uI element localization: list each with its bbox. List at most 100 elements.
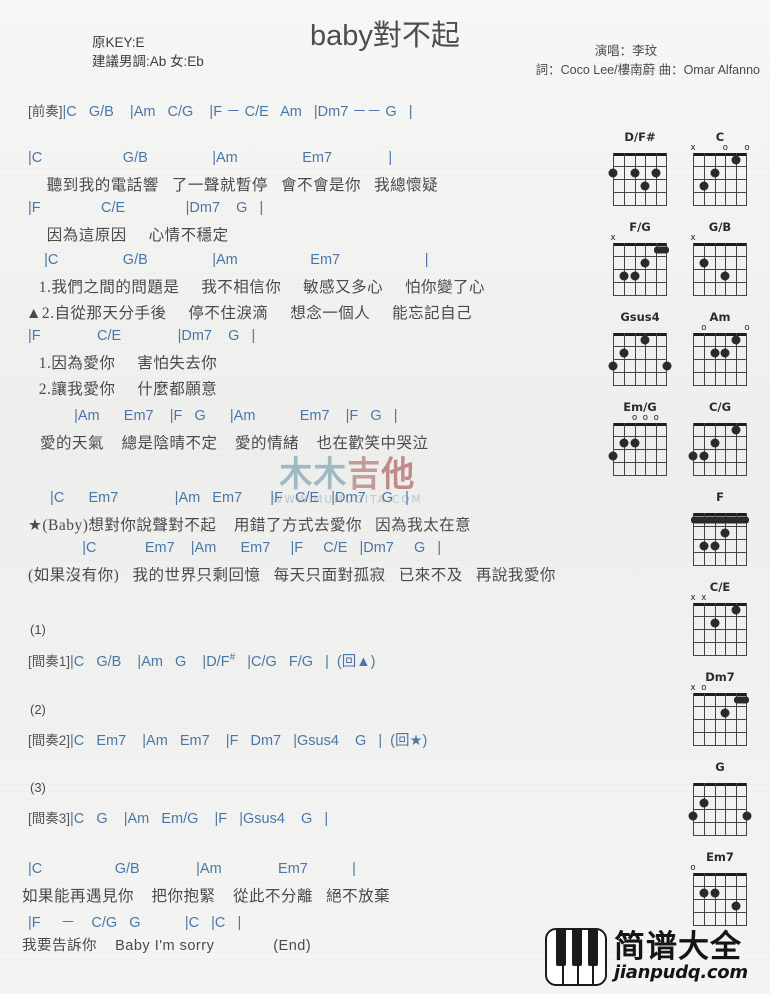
interlude-label: [間奏1] xyxy=(28,654,71,669)
intro-chords: |C G/B |Am C/G |F － C/E Am |Dm7 －－ G | xyxy=(62,104,413,120)
lyric-row: 愛的天氣 總是陰晴不定 愛的情緒 也在歡笑中哭泣 xyxy=(40,435,429,452)
chord-diagram-f-g: F/G x xyxy=(610,220,669,296)
finger-dot xyxy=(640,258,650,267)
barre-marker xyxy=(691,516,749,523)
interlude-chords: |C G/B |Am G |D/F xyxy=(70,654,230,670)
interlude-line: [間奏2]|C Em7 |Am Em7 |F Dm7 |Gsus4 G | (回… xyxy=(28,729,427,750)
intro-line: [前奏]|C G/B |Am C/G |F － C/E Am |Dm7 －－ G… xyxy=(28,100,412,121)
lyric-row: 我要告訴你 Baby I'm sorry (End) xyxy=(22,938,312,954)
finger-dot xyxy=(630,438,640,447)
finger-dot xyxy=(731,425,741,434)
chord-fretboard-grid xyxy=(608,333,672,386)
chord-row: |C Em7 |Am Em7 |F C/E |Dm7 G | xyxy=(42,540,442,556)
writers-line: 詞：Coco Lee/樓南蔚 曲：Omar Alfanno xyxy=(535,63,760,77)
key-info: 原KEY:E 建議男調:Ab 女:Eb xyxy=(92,33,204,71)
chord-diagram-am: Am o o xyxy=(692,310,750,386)
chord-fretboard-grid xyxy=(608,423,667,476)
lyric-row: (如果沒有你) 我的世界只剩回憶 每天只面對孤寂 已來不及 再說我愛你 xyxy=(28,567,556,584)
finger-dot xyxy=(720,528,730,537)
finger-dot xyxy=(688,811,698,820)
interlude-chords: |C G |Am Em/G |F |Gsus4 G | xyxy=(70,811,329,827)
finger-dot xyxy=(608,451,618,460)
finger-dot xyxy=(640,335,650,344)
finger-dot xyxy=(720,348,730,357)
credits: 演唱：李玟 詞：Coco Lee/樓南蔚 曲：Omar Alfanno xyxy=(536,42,760,80)
finger-dot xyxy=(699,798,709,807)
chord-open-mute-markers xyxy=(692,774,748,783)
finger-dot xyxy=(710,888,720,897)
mute-marker-icon: x xyxy=(690,683,696,693)
chord-diagram-name: G/B xyxy=(708,220,732,234)
open-string-marker-icon: o xyxy=(631,413,638,423)
finger-dot xyxy=(630,168,640,177)
chord-diagram-name: C/E xyxy=(709,580,731,594)
chord-diagram-name: Em/G xyxy=(623,400,657,414)
barre-marker xyxy=(654,246,669,253)
chord-sheet: baby對不起 原KEY:E 建議男調:Ab 女:Eb 演唱：李玟 詞：Coco… xyxy=(0,0,770,994)
chord-diagram-c: Cx o o xyxy=(690,130,750,206)
chord-row: |C G/B |Am Em7 | xyxy=(28,861,356,877)
finger-dot xyxy=(608,168,618,177)
chord-diagram-name: C/G xyxy=(708,400,732,414)
chord-fretboard-grid xyxy=(693,603,747,656)
open-string-marker-icon: o xyxy=(701,683,707,693)
finger-dot xyxy=(710,438,720,447)
finger-dot xyxy=(619,271,629,280)
chord-open-mute-markers xyxy=(692,414,748,423)
lyric-row: 因為這原因 心情不穩定 xyxy=(38,227,229,244)
finger-dot xyxy=(619,438,629,447)
interlude-label: [間奏2] xyxy=(28,733,71,748)
chord-row: |F C/E |Dm7 G | xyxy=(28,200,264,216)
finger-dot xyxy=(662,361,672,370)
chord-open-mute-markers: xoo xyxy=(690,143,749,153)
finger-dot xyxy=(742,811,752,820)
chord-diagram-name: G xyxy=(715,760,725,774)
chord-diagram-g: G xyxy=(688,760,752,836)
finger-dot xyxy=(699,181,709,190)
chord-diagram-name: F/G xyxy=(629,220,651,234)
interlude-line: [間奏1]|C G/B |Am G |D/F# |C/G F/G | (回▲) xyxy=(28,650,375,671)
finger-dot xyxy=(688,451,698,460)
open-string-marker-icon: o xyxy=(642,413,648,423)
chord-open-mute-markers: oo xyxy=(692,324,749,333)
finger-dot xyxy=(651,168,661,177)
finger-dot xyxy=(710,168,720,177)
open-string-marker-icon: o xyxy=(653,413,659,423)
finger-dot xyxy=(608,361,618,370)
chord-diagram-name: Gsus4 xyxy=(620,310,660,324)
chord-diagram-f: F xyxy=(691,490,749,566)
chord-fretboard-grid xyxy=(693,243,747,296)
barre-marker xyxy=(734,696,749,703)
finger-dot xyxy=(699,258,709,267)
chord-fretboard-grid xyxy=(693,873,747,926)
mute-marker-icon: x xyxy=(701,593,707,603)
finger-dot xyxy=(699,451,709,460)
finger-dot xyxy=(699,888,709,897)
chord-diagram-name: Em7 xyxy=(706,850,734,864)
intro-label: [前奏] xyxy=(28,104,63,119)
chord-diagram-c-e: C/E x x xyxy=(690,580,748,656)
finger-dot xyxy=(710,618,720,627)
chord-fretboard-grid xyxy=(688,423,747,476)
chord-row: |Am Em7 |F G |Am Em7 |F G | xyxy=(58,408,398,424)
finger-dot xyxy=(710,541,720,550)
open-string-marker-icon: o xyxy=(690,863,696,873)
finger-dot xyxy=(710,348,720,357)
interlude-label: [間奏3] xyxy=(28,811,71,826)
lyric-row: 1.因為愛你 害怕失去你 xyxy=(30,355,218,372)
chord-diagram-name: Am xyxy=(709,310,731,324)
lyric-row: 1.我們之間的問題是 我不相信你 敏感又多心 怕你變了心 xyxy=(30,279,486,296)
logo-url: jianpudq.com xyxy=(614,961,748,983)
chord-fretboard-grid xyxy=(608,153,667,206)
chord-row: |C Em7 |Am Em7 |F C/E |Dm7 G | xyxy=(42,490,409,506)
chord-diagram-em-g: Em/G o o o xyxy=(608,400,668,476)
lyric-row: ▲2.自從那天分手後 停不住淚滴 想念一個人 能忘記自己 xyxy=(26,305,473,322)
chord-diagram-d-f-: D/F# xyxy=(608,130,668,206)
mute-marker-icon: x xyxy=(690,143,696,153)
chord-open-mute-markers: x xyxy=(610,234,668,243)
mute-marker-icon: x xyxy=(690,233,696,243)
chord-diagram-g-b: G/B x xyxy=(690,220,748,296)
finger-dot xyxy=(731,901,741,910)
chord-fretboard-grid xyxy=(691,513,749,566)
chord-diagram-name: Dm7 xyxy=(705,670,735,684)
